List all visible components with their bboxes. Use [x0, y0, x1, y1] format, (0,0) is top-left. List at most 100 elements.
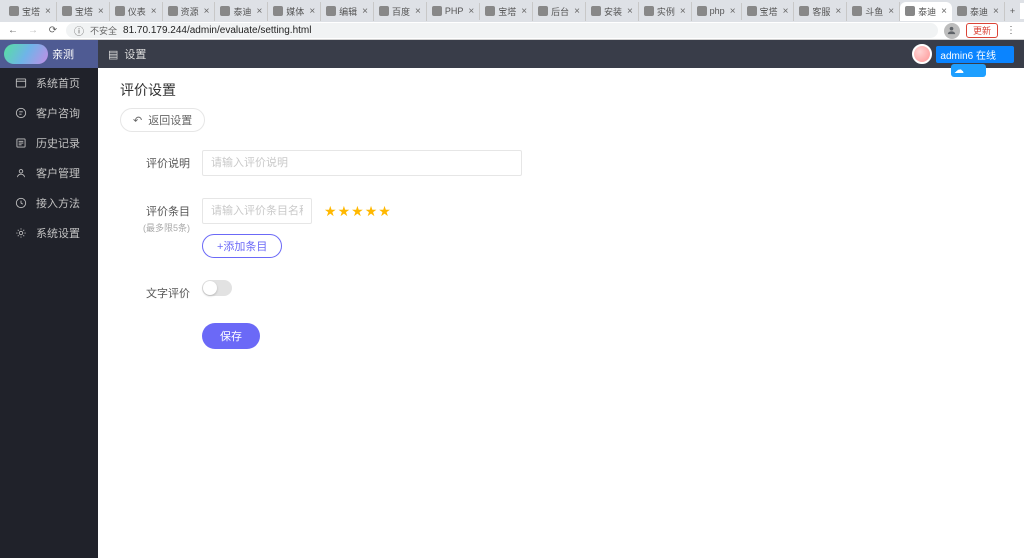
sidebar-item-label: 客户管理: [36, 165, 80, 181]
tab-label: 实例: [657, 5, 675, 18]
close-tab-icon[interactable]: ×: [415, 6, 421, 17]
star-icon[interactable]: ★: [338, 203, 352, 219]
sidebar-item-history[interactable]: 历史记录: [0, 128, 98, 158]
back-icon[interactable]: ←: [6, 24, 20, 38]
star-icon[interactable]: ★: [365, 203, 379, 219]
favicon: [220, 6, 230, 16]
browser-tab[interactable]: PHP×: [427, 3, 480, 20]
profile-icon[interactable]: [944, 23, 960, 39]
favicon: [326, 6, 336, 16]
close-tab-icon[interactable]: ×: [468, 6, 474, 17]
user-icon: [14, 166, 28, 180]
address-bar-row: ← → ⟳ ⓘ 不安全 81.70.179.244/admin/evaluate…: [0, 22, 1024, 40]
favicon: [485, 6, 495, 16]
close-tab-icon[interactable]: ×: [730, 6, 736, 17]
sidebar-item-chat[interactable]: 客户咨询: [0, 98, 98, 128]
browser-tab[interactable]: 斗鱼×: [847, 2, 900, 21]
desc-input[interactable]: [202, 150, 522, 176]
desc-label: 评价说明: [120, 150, 202, 171]
browser-tab[interactable]: 宝塔×: [57, 2, 110, 21]
browser-tab[interactable]: 实例 ×: [639, 2, 692, 21]
text-eval-switch[interactable]: [202, 280, 232, 296]
page-title: 评价设置: [120, 80, 1002, 100]
favicon: [432, 6, 442, 16]
undo-icon: ↶: [133, 114, 142, 127]
reload-icon[interactable]: ⟳: [46, 24, 60, 38]
history-icon: [14, 136, 28, 150]
browser-tab[interactable]: 宝塔×: [4, 2, 57, 21]
tab-label: 宝塔: [498, 5, 516, 18]
breadcrumb: 设置: [124, 46, 146, 62]
close-tab-icon[interactable]: ×: [783, 6, 789, 17]
close-tab-icon[interactable]: ×: [835, 6, 841, 17]
close-tab-icon[interactable]: ×: [98, 6, 104, 17]
close-tab-icon[interactable]: ×: [941, 6, 947, 17]
favicon: [538, 6, 548, 16]
close-tab-icon[interactable]: ×: [888, 6, 894, 17]
new-tab-button[interactable]: +: [1005, 3, 1020, 19]
browser-tab[interactable]: 泰迪×: [215, 2, 268, 21]
browser-tab[interactable]: 安装×: [586, 2, 639, 21]
sidebar-item-home[interactable]: 系统首页: [0, 68, 98, 98]
browser-tab[interactable]: 宝塔 ×: [480, 2, 533, 21]
avatar[interactable]: [912, 44, 932, 64]
close-tab-icon[interactable]: ×: [362, 6, 368, 17]
browser-tab[interactable]: 仪表×: [110, 2, 163, 21]
favicon: [644, 6, 654, 16]
close-tab-icon[interactable]: ×: [309, 6, 315, 17]
close-tab-icon[interactable]: ×: [574, 6, 580, 17]
sidebar-item-label: 系统首页: [36, 75, 80, 91]
cloud-badge[interactable]: ☁: [951, 64, 986, 77]
user-status[interactable]: admin6 在线: [936, 46, 1014, 63]
add-item-button[interactable]: +添加条目: [202, 234, 282, 258]
tab-label: php: [710, 6, 725, 16]
browser-tab[interactable]: 百度 ×: [374, 2, 427, 21]
close-tab-icon[interactable]: ×: [151, 6, 157, 17]
item-hint: (最多限5条): [120, 221, 190, 234]
topbar: ▤ 设置 admin6 在线 ☁: [98, 40, 1024, 68]
star-rating[interactable]: ★★★★★: [324, 203, 392, 220]
favicon: [799, 6, 809, 16]
close-tab-icon[interactable]: ×: [680, 6, 686, 17]
close-tab-icon[interactable]: ×: [521, 6, 527, 17]
forward-icon[interactable]: →: [26, 24, 40, 38]
star-icon[interactable]: ★: [351, 203, 365, 219]
minimize-button[interactable]: ─: [1020, 3, 1024, 19]
item-name-input[interactable]: [202, 198, 312, 224]
sidebar-item-link[interactable]: 接入方法: [0, 188, 98, 218]
content-area: 评价设置 ↶ 返回设置 评价说明 评价条目 (最多限5条): [98, 68, 1024, 558]
sidebar-item-user[interactable]: 客户管理: [0, 158, 98, 188]
update-button[interactable]: 更新: [966, 23, 998, 38]
favicon: [747, 6, 757, 16]
browser-tab[interactable]: 泰迪×: [900, 2, 952, 21]
browser-tab[interactable]: 资源×: [163, 2, 216, 21]
close-tab-icon[interactable]: ×: [993, 6, 999, 17]
address-bar[interactable]: ⓘ 不安全 81.70.179.244/admin/evaluate/setti…: [66, 23, 938, 38]
back-button[interactable]: ↶ 返回设置: [120, 108, 205, 132]
browser-tab[interactable]: php ×: [692, 3, 742, 20]
favicon: [905, 6, 915, 16]
browser-tab[interactable]: 后台×: [533, 2, 586, 21]
tab-label: 百度: [392, 5, 410, 18]
browser-tab[interactable]: 宝塔 ×: [742, 2, 795, 21]
browser-tabs: 宝塔×宝塔×仪表×资源×泰迪×媒体×编辑×百度×PHP×宝塔×后台×安装×实例×…: [0, 0, 1024, 22]
favicon: [9, 6, 19, 16]
star-icon[interactable]: ★: [378, 203, 392, 219]
tab-label: 泰迪: [970, 5, 988, 18]
close-tab-icon[interactable]: ×: [45, 6, 51, 17]
close-tab-icon[interactable]: ×: [204, 6, 210, 17]
tab-label: 媒体: [286, 5, 304, 18]
home-icon: [14, 76, 28, 90]
close-tab-icon[interactable]: ×: [627, 6, 633, 17]
sidebar-item-gear[interactable]: 系统设置: [0, 218, 98, 248]
browser-tab[interactable]: 媒体 ×: [268, 2, 321, 21]
browser-tab[interactable]: 客服 ×: [794, 2, 847, 21]
star-icon[interactable]: ★: [324, 203, 338, 219]
browser-tab[interactable]: 编辑×: [321, 2, 374, 21]
close-tab-icon[interactable]: ×: [256, 6, 262, 17]
tab-label: 客服: [812, 5, 830, 18]
menu-icon[interactable]: ⋮: [1004, 24, 1018, 38]
browser-tab[interactable]: 泰迪 ×: [952, 2, 1005, 21]
save-button[interactable]: 保存: [202, 323, 260, 349]
tab-label: 宝塔: [760, 5, 778, 18]
